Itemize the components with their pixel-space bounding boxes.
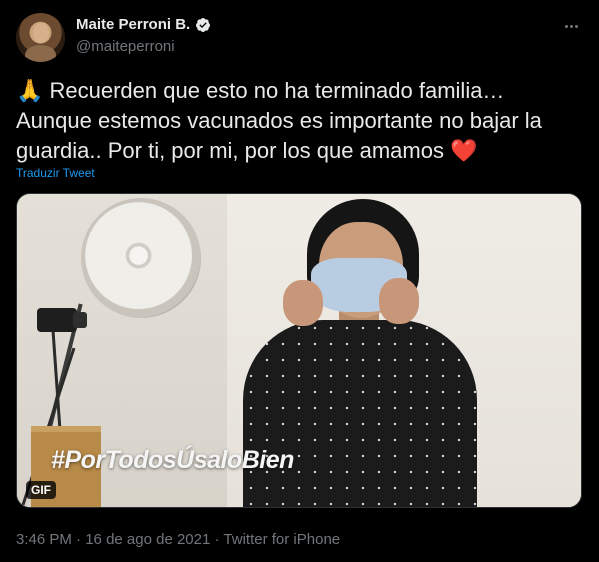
tweet-meta: 3:46 PM · 16 de ago de 2021 · Twitter fo…	[16, 531, 340, 548]
verified-badge-icon	[196, 17, 211, 32]
tweet-source[interactable]: Twitter for iPhone	[223, 531, 340, 548]
user-handle[interactable]: @maiteperroni	[76, 38, 175, 55]
meta-separator: ·	[76, 531, 82, 548]
tweet-media-gif[interactable]: #PorTodosÚsaloBien GIF	[16, 193, 582, 508]
camera-lens	[73, 312, 87, 328]
display-name[interactable]: Maite Perroni B.	[76, 16, 190, 33]
tweet-text: 🙏 Recuerden que esto no ha terminado fam…	[16, 76, 586, 166]
profile-avatar[interactable]	[16, 13, 65, 62]
studio-light-dish	[81, 198, 201, 318]
camera	[37, 308, 77, 332]
tweet-time[interactable]: 3:46 PM	[16, 531, 72, 548]
more-dot	[574, 24, 578, 28]
gif-badge: GIF	[26, 481, 56, 499]
more-dot	[564, 24, 568, 28]
tweet-line: Aunque estemos vacunados es importante n…	[16, 108, 542, 133]
more-options-icon[interactable]	[560, 16, 582, 36]
woman-hand	[379, 278, 419, 324]
woman-shirt	[243, 320, 477, 507]
tweet-line: guardia.. Por ti, por mi, por los que am…	[16, 138, 478, 163]
author-name-row[interactable]: Maite Perroni B.	[76, 16, 211, 33]
translate-tweet-link[interactable]: Traduzir Tweet	[16, 166, 95, 180]
meta-separator: ·	[214, 531, 220, 548]
tweet-line: 🙏 Recuerden que esto no ha terminado fam…	[16, 78, 505, 103]
more-dot	[569, 24, 573, 28]
woman-hand	[283, 280, 323, 326]
media-hashtag-overlay: #PorTodosÚsaloBien	[51, 446, 294, 474]
tweet-date[interactable]: 16 de ago de 2021	[85, 531, 210, 548]
avatar-face	[33, 23, 49, 43]
avatar-body	[25, 45, 56, 62]
